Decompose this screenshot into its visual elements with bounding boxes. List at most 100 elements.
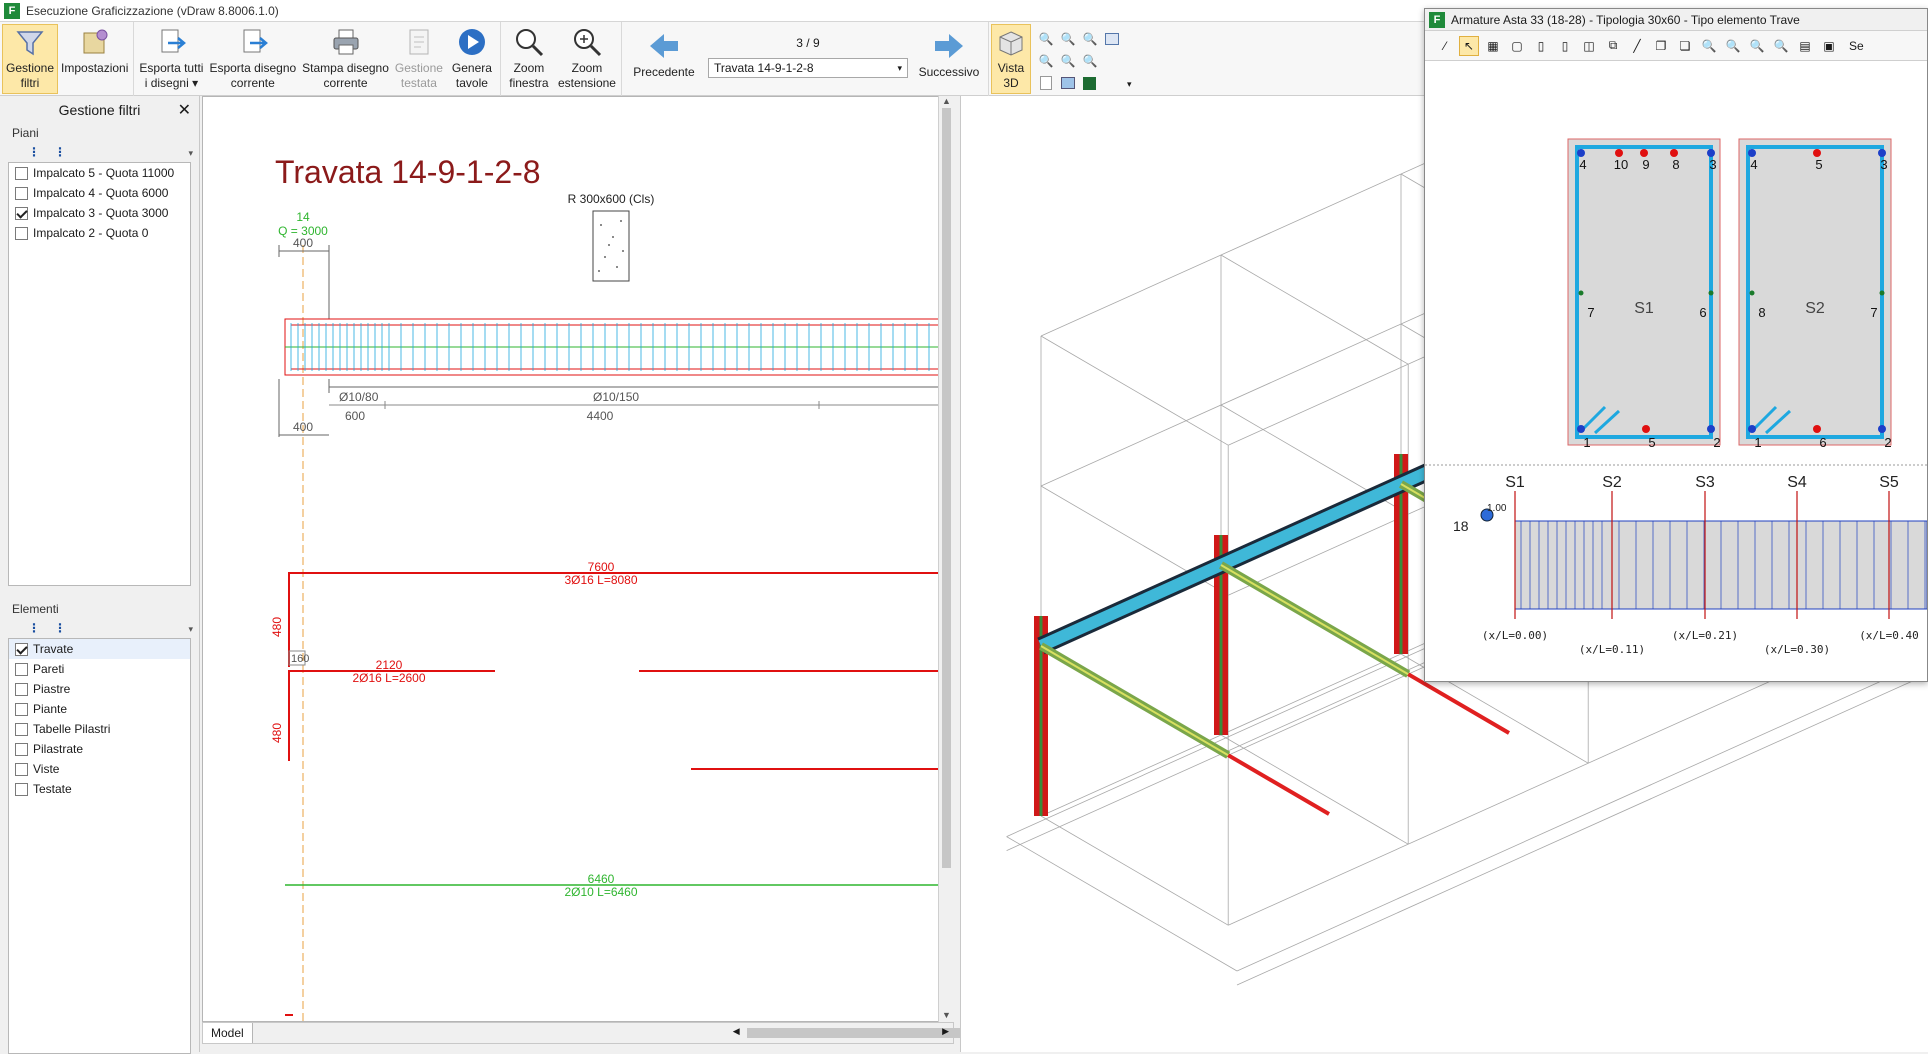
checkbox[interactable] — [15, 682, 28, 696]
previous-button[interactable]: Precedente — [626, 28, 702, 90]
model-tab[interactable]: Model — [203, 1023, 253, 1043]
zoom-plus-icon[interactable]: 🔍 — [1061, 32, 1076, 46]
generate-tables-button[interactable]: Genera tavole — [446, 24, 498, 94]
export-current-button[interactable]: Esporta disegno corrente — [206, 24, 299, 94]
section-name[interactable]: S3 — [1695, 474, 1715, 491]
wire-edge — [1040, 335, 1229, 446]
zoom-window-icon[interactable]: 🔍 — [1747, 36, 1767, 56]
checkbox[interactable] — [15, 782, 28, 796]
export-all-button[interactable]: Esporta tutti i disegni ▾ — [136, 24, 206, 94]
deselect-all-icon[interactable]: ⋮ — [54, 621, 66, 635]
zoom-all-icon[interactable]: 🔍 — [1083, 54, 1098, 68]
elemento-item[interactable]: Testate — [9, 779, 190, 799]
frame-icon[interactable]: ▢ — [1507, 36, 1527, 56]
zoom-minus-icon[interactable]: 🔍 — [1083, 32, 1098, 46]
elemento-item[interactable]: Travate — [9, 639, 190, 659]
checkbox[interactable] — [15, 186, 28, 200]
section-name[interactable]: S1 — [1505, 474, 1525, 491]
rebar-dot — [1577, 425, 1585, 433]
section-position: (x/L=0.11) — [1579, 643, 1645, 656]
checkbox[interactable] — [15, 762, 28, 776]
zoom-window-button[interactable]: Zoom finestra — [503, 24, 555, 94]
piano-item[interactable]: Impalcato 5 - Quota 11000 — [9, 163, 190, 183]
piani-toolbar: ⋮ ⋮ ▾ — [0, 142, 199, 162]
next-button[interactable]: Successivo — [914, 28, 984, 90]
chevron-down-icon[interactable]: ▾ — [188, 624, 193, 635]
elemento-item[interactable]: Piante — [9, 699, 190, 719]
checkbox[interactable] — [15, 702, 28, 716]
scroll-up-icon[interactable]: ▲ — [939, 96, 954, 106]
piano-item[interactable]: Impalcato 3 - Quota 3000 — [9, 203, 190, 223]
zoom-in-icon[interactable]: 🔍 — [1699, 36, 1719, 56]
nodes-icon[interactable]: ⧉ — [1603, 36, 1623, 56]
filter-manager-button[interactable]: Gestione filtri — [2, 24, 59, 94]
rebar-dot — [1749, 290, 1755, 296]
image-icon[interactable]: ▣ — [1819, 36, 1839, 56]
wand-icon[interactable]: ⁄ — [1435, 36, 1455, 56]
bar-label: 5 — [1648, 435, 1655, 450]
section-icon[interactable]: ▦ — [1483, 36, 1503, 56]
chevron-down-icon[interactable]: ▾ — [188, 148, 193, 159]
scroll-thumb[interactable] — [942, 108, 951, 868]
zoom-prev-icon[interactable]: 🔍 — [1039, 54, 1054, 68]
paste-icon[interactable]: ❏ — [1675, 36, 1695, 56]
frame2-icon[interactable]: ▯ — [1531, 36, 1551, 56]
select-all-icon[interactable]: ⋮ — [28, 145, 40, 159]
pdf-icon[interactable] — [1039, 76, 1052, 90]
drawing-vscrollbar[interactable]: ▲ ▼ — [938, 96, 954, 1022]
checkbox[interactable] — [15, 226, 28, 240]
toolbar-tail[interactable]: Se — [1849, 39, 1864, 53]
elemento-item[interactable]: Pareti — [9, 659, 190, 679]
scroll-left-icon[interactable]: ◀ — [733, 1026, 740, 1037]
rebar-dot — [1670, 149, 1678, 157]
chart-icon[interactable]: ◫ — [1579, 36, 1599, 56]
section-name[interactable]: S2 — [1602, 474, 1622, 491]
view-3d-button[interactable]: Vista 3D — [990, 24, 1031, 94]
piano-item[interactable]: Impalcato 2 - Quota 0 — [9, 223, 190, 243]
close-icon[interactable]: ✕ — [178, 100, 191, 120]
copy-icon[interactable]: ❐ — [1651, 36, 1671, 56]
drawing-hscrollbar[interactable]: ◀ ▶ — [253, 1023, 967, 1043]
checkbox[interactable] — [15, 742, 28, 756]
zoom-next-icon[interactable]: 🔍 — [1061, 54, 1076, 68]
deselect-all-icon[interactable]: ⋮ — [54, 145, 66, 159]
checkbox[interactable] — [15, 642, 28, 656]
zoom-extent-icon[interactable]: 🔍 — [1771, 36, 1791, 56]
section-name[interactable]: S4 — [1787, 474, 1807, 491]
elemento-item[interactable]: Tabelle Pilastri — [9, 719, 190, 739]
elemento-item[interactable]: Pilastrate — [9, 739, 190, 759]
print-current-button[interactable]: Stampa disegno corrente — [299, 24, 392, 94]
scroll-down-icon[interactable]: ▼ — [939, 1010, 954, 1020]
pdf-icon[interactable]: ▤ — [1795, 36, 1815, 56]
drawing-select[interactable]: Travata 14-9-1-2-8 ▾ — [707, 58, 908, 78]
bar-label: 7 — [1587, 305, 1594, 320]
checkbox[interactable] — [15, 206, 28, 220]
print-current-label1: Stampa disegno — [302, 61, 389, 75]
elemento-item[interactable]: Viste — [9, 759, 190, 779]
zoom-fit-icon[interactable] — [1104, 33, 1119, 45]
header-manager-button[interactable]: Gestione testata — [392, 24, 446, 94]
drawing-canvas[interactable]: Travata 14-9-1-2-8 R 300x600 (Cls) 14 Q … — [202, 96, 954, 1022]
zoom-extent-button[interactable]: Zoom estensione — [555, 24, 619, 94]
frame3-icon[interactable]: ▯ — [1555, 36, 1575, 56]
scroll-right-icon[interactable]: ▶ — [942, 1026, 949, 1037]
zoom-extent-icon — [571, 26, 603, 58]
checkbox[interactable] — [15, 166, 28, 180]
checkbox[interactable] — [15, 722, 28, 736]
zoom-out-icon[interactable]: 🔍 — [1723, 36, 1743, 56]
header-manager-label1: Gestione — [394, 61, 443, 75]
save-icon[interactable] — [1083, 76, 1097, 90]
piano-item[interactable]: Impalcato 4 - Quota 6000 — [9, 183, 190, 203]
elemento-item[interactable]: Piastre — [9, 679, 190, 699]
section-position: (x/L=0.40 — [1859, 629, 1919, 642]
hscroll-thumb[interactable] — [746, 1028, 967, 1038]
pointer-icon[interactable]: ↖ — [1459, 35, 1479, 56]
image-icon[interactable] — [1060, 77, 1075, 89]
select-all-icon[interactable]: ⋮ — [28, 621, 40, 635]
zoom-in-icon[interactable]: 🔍 — [1039, 32, 1054, 46]
line-icon[interactable]: ╱ — [1627, 36, 1647, 56]
settings-button[interactable]: Impostazioni — [58, 24, 131, 94]
checkbox[interactable] — [15, 662, 28, 676]
ribbon-expand-icon[interactable]: ▾ — [1127, 79, 1132, 90]
section-name[interactable]: S5 — [1879, 474, 1899, 491]
